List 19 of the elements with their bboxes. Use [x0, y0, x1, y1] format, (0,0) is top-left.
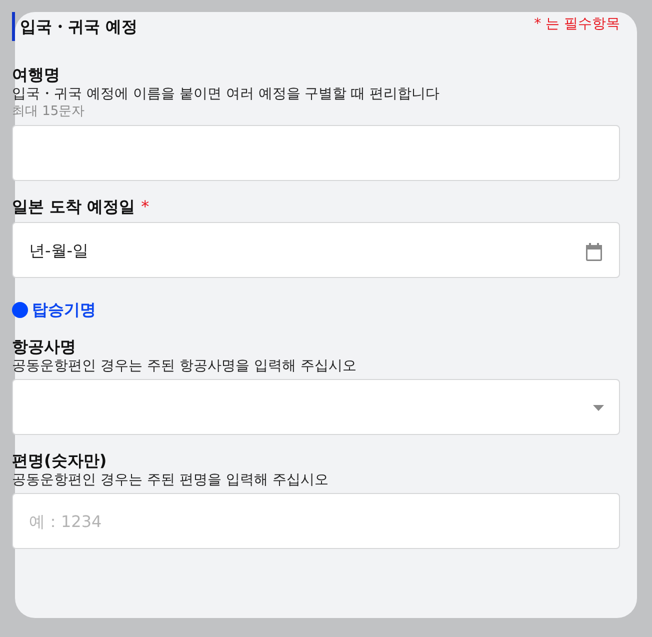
calendar-icon: [586, 243, 602, 261]
subsection-heading: 탑승기명: [32, 299, 96, 321]
field-label: 항공사명: [12, 337, 76, 357]
length-note: 최대 15문자: [12, 103, 85, 121]
section-title: 입국・귀국 예정: [12, 12, 138, 41]
caret-icon: [593, 405, 604, 411]
select-field[interactable]: [12, 379, 620, 435]
required-mark: *: [141, 197, 150, 217]
text-input-field[interactable]: 예：1234: [12, 493, 620, 549]
required-note: * 는 필수항목: [534, 15, 620, 34]
dot-icon: [12, 302, 28, 318]
help-text: 입국・귀국 예정에 이름을 붙이면 여러 예정을 구별할 때 편리합니다: [12, 85, 440, 103]
field-label: 여행명: [12, 65, 60, 85]
help-text: 공동운항편인 경우는 주된 편명을 입력해 주십시오: [12, 471, 328, 489]
date-input-field[interactable]: 년-월-일: [12, 222, 620, 278]
text-input-field[interactable]: [12, 125, 620, 181]
field-label: 편명(숫자만): [12, 451, 107, 471]
field-label: 일본 도착 예정일: [12, 197, 136, 217]
help-text: 공동운항편인 경우는 주된 항공사명을 입력해 주십시오: [12, 357, 356, 375]
